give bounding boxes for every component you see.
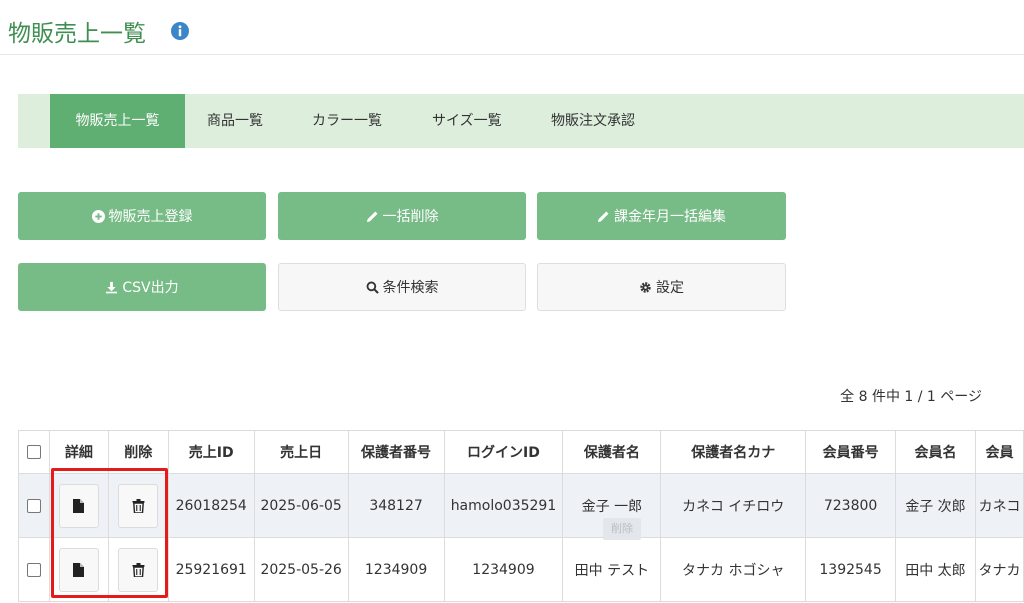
header-member-name[interactable]: 会員名 (895, 430, 976, 474)
login-id-cell: 1234909 (443, 537, 564, 602)
row-select-cell[interactable] (18, 473, 50, 538)
detail-cell (48, 537, 109, 602)
header-sale-id[interactable]: 売上ID (167, 430, 255, 474)
page-header: 物販売上一覧 (0, 0, 1024, 55)
condition-search-label: 条件検索 (382, 280, 439, 296)
header-guardian-number[interactable]: 保護者番号 (347, 430, 445, 474)
tab-products[interactable]: 商品一覧 (207, 94, 263, 148)
member-number-cell: 1392545 (805, 537, 897, 602)
guardian-name-cell: 田中 テスト (562, 537, 662, 602)
member-kana-cell: カネコ (974, 473, 1024, 538)
select-all-checkbox[interactable] (26, 445, 41, 459)
detail-cell (48, 473, 109, 538)
row-checkbox[interactable] (26, 498, 41, 513)
member-name-cell: 金子 次郎 (895, 473, 976, 538)
csv-export-button[interactable]: CSV出力 (18, 263, 266, 311)
detail-button[interactable] (58, 547, 99, 592)
sale-id-cell: 25921691 (167, 537, 255, 602)
download-icon (106, 281, 118, 293)
bulk-delete-button[interactable]: 一括削除 (278, 192, 526, 240)
table-row: 25921691 2025-05-26 1234909 1234909 田中 テ… (18, 537, 1024, 602)
delete-button[interactable] (118, 483, 159, 528)
pencil-icon (366, 210, 378, 222)
delete-cell (107, 537, 169, 602)
settings-button[interactable]: 設定 (537, 263, 786, 311)
detail-button[interactable] (58, 483, 99, 528)
guardian-name-kana-cell: カネコ イチロウ (660, 473, 807, 538)
header-guardian-name-kana[interactable]: 保護者名カナ (660, 430, 807, 474)
gear-icon (640, 281, 651, 293)
guardian-number-cell: 1234909 (347, 537, 445, 602)
pencil-icon (597, 210, 609, 222)
settings-label: 設定 (656, 280, 684, 296)
register-sale-button[interactable]: 物販売上登録 (18, 192, 266, 240)
document-icon (73, 498, 85, 513)
bulk-edit-billing-month-button[interactable]: 課金年月一括編集 (537, 192, 786, 240)
sale-date-cell: 2025-05-26 (253, 537, 349, 602)
trash-icon (132, 498, 145, 513)
member-name-cell: 田中 太郎 (895, 537, 976, 602)
header-member-kana[interactable]: 会員 (974, 430, 1024, 474)
header-login-id[interactable]: ログインID (443, 430, 564, 474)
tab-colors[interactable]: カラー一覧 (312, 94, 382, 148)
row-checkbox[interactable] (26, 562, 41, 577)
header-detail: 詳細 (48, 430, 109, 474)
search-icon (366, 281, 379, 294)
page-title: 物販売上一覧 (8, 21, 146, 47)
sale-id-cell: 26018254 (167, 473, 255, 538)
pagination-info: 全 8 件中 1 / 1 ページ (840, 389, 982, 405)
login-id-cell: hamolo035291 (443, 473, 564, 538)
header-sale-date[interactable]: 売上日 (253, 430, 349, 474)
delete-tooltip: 削除 (603, 518, 641, 540)
bulk-edit-billing-month-label: 課金年月一括編集 (614, 209, 726, 225)
tab-sizes[interactable]: サイズ一覧 (432, 94, 502, 148)
register-sale-label: 物販売上登録 (108, 209, 193, 225)
delete-cell (107, 473, 169, 538)
table-row: 26018254 2025-06-05 348127 hamolo035291 … (18, 473, 1024, 538)
member-kana-cell: タナカ (974, 537, 1024, 602)
tab-order-approval[interactable]: 物販注文承認 (551, 94, 635, 148)
plus-circle-icon (91, 209, 105, 223)
info-icon[interactable] (171, 22, 189, 40)
header-member-number[interactable]: 会員番号 (805, 430, 897, 474)
sales-table: 詳細 削除 売上ID 売上日 保護者番号 ログインID 保護者名 保護者名カナ … (18, 430, 1024, 602)
guardian-name-kana-cell: タナカ ホゴシャ (660, 537, 807, 602)
csv-export-label: CSV出力 (122, 280, 179, 296)
tab-bar: 物販売上一覧 商品一覧 カラー一覧 サイズ一覧 物販注文承認 (18, 94, 1024, 148)
member-number-cell: 723800 (805, 473, 897, 538)
condition-search-button[interactable]: 条件検索 (278, 263, 526, 311)
guardian-number-cell: 348127 (347, 473, 445, 538)
table-header-row: 詳細 削除 売上ID 売上日 保護者番号 ログインID 保護者名 保護者名カナ … (18, 430, 1024, 474)
tab-sales-list[interactable]: 物販売上一覧 (50, 94, 185, 148)
header-guardian-name[interactable]: 保護者名 (562, 430, 662, 474)
document-icon (73, 562, 85, 577)
sale-date-cell: 2025-06-05 (253, 473, 349, 538)
header-delete: 削除 (107, 430, 169, 474)
bulk-delete-label: 一括削除 (382, 209, 439, 225)
row-select-cell[interactable] (18, 537, 50, 602)
header-select-all[interactable] (18, 430, 50, 474)
delete-button[interactable] (118, 547, 159, 592)
trash-icon (132, 562, 145, 577)
